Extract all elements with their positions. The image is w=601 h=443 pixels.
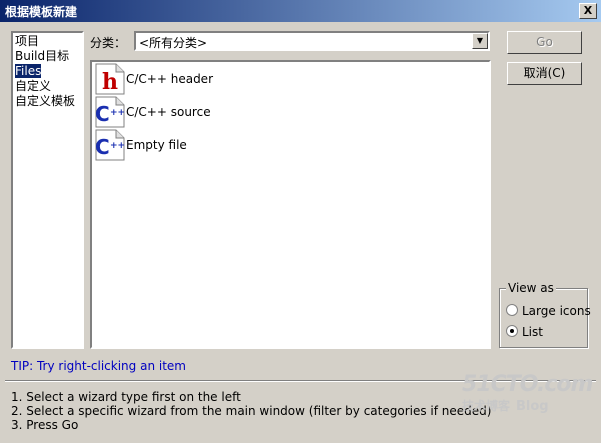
svg-text:++: ++ — [110, 141, 125, 151]
chevron-down-icon[interactable]: ▼ — [472, 33, 488, 49]
instructions: 1. Select a wizard type first on the lef… — [11, 390, 491, 432]
radio-checked-icon — [506, 325, 518, 337]
cancel-button[interactable]: 取消(C) — [507, 62, 582, 85]
category-value: <所有分类> — [139, 36, 208, 50]
list-item-custom[interactable]: 自定义 — [15, 79, 80, 94]
radio-list[interactable]: List — [506, 325, 543, 339]
category-select[interactable]: <所有分类> ▼ — [134, 31, 490, 51]
watermark-logo: 51CTO.com 技术博客 Blog — [462, 372, 593, 414]
list-item-cpp-header[interactable]: h C/C++ header — [94, 63, 294, 95]
instruction-line: 1. Select a wizard type first on the lef… — [11, 390, 241, 404]
title-bar: 根据模板新建 X — [0, 0, 601, 22]
wizard-label: Empty file — [126, 138, 187, 152]
svg-text:C: C — [95, 102, 110, 126]
h-header-icon: h — [95, 63, 125, 95]
tip-text: TIP: Try right-clicking an item — [11, 359, 186, 373]
svg-text:h: h — [102, 69, 118, 95]
svg-text:++: ++ — [110, 108, 125, 118]
list-item-files[interactable]: Files — [15, 64, 80, 79]
wizard-list[interactable]: h C/C++ header C ++ C/C++ source C ++ Em… — [90, 60, 491, 349]
view-as-title: View as — [506, 281, 556, 295]
list-item-cpp-source[interactable]: C ++ C/C++ source — [94, 96, 294, 128]
list-item-project[interactable]: 项目 — [15, 34, 80, 49]
wizard-type-list[interactable]: 项目 Build目标 Files 自定义 自定义模板 — [11, 31, 84, 349]
list-item-build-target[interactable]: Build目标 — [15, 49, 80, 64]
close-button[interactable]: X — [579, 3, 597, 19]
go-button[interactable]: Go — [507, 31, 582, 54]
radio-circle-icon — [506, 304, 518, 316]
list-item-empty-file[interactable]: C ++ Empty file — [94, 129, 294, 161]
instruction-line: 3. Press Go — [11, 418, 79, 432]
view-as-group: View as Large icons List — [499, 281, 591, 348]
window-title: 根据模板新建 — [5, 5, 78, 19]
wizard-label: C/C++ header — [126, 72, 213, 86]
wizard-label: C/C++ source — [126, 105, 211, 119]
category-label: 分类： — [90, 36, 127, 50]
list-item-custom-template[interactable]: 自定义模板 — [15, 94, 80, 109]
radio-large-icons[interactable]: Large icons — [506, 304, 591, 318]
cpp-source-icon: C ++ — [95, 129, 125, 161]
cpp-source-icon: C ++ — [95, 96, 125, 128]
svg-text:C: C — [95, 135, 110, 159]
instruction-line: 2. Select a specific wizard from the mai… — [11, 404, 492, 418]
